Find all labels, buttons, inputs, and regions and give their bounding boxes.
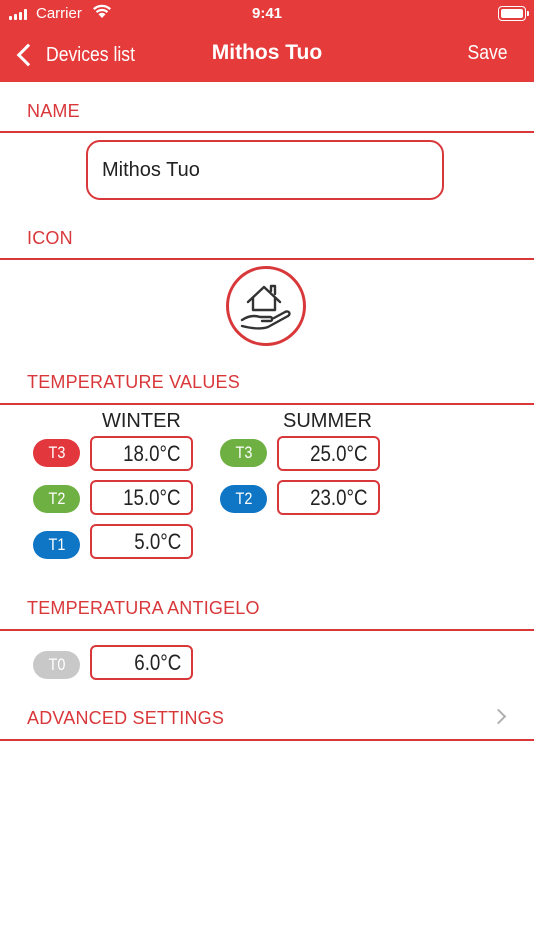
winter-t2-input[interactable]: 15.0°C — [90, 480, 193, 515]
winter-t3-tag: T3 — [33, 439, 80, 467]
summer-t3-tag: T3 — [220, 439, 267, 467]
section-title-temperature-values: TEMPERATURE VALUES — [27, 372, 240, 392]
winter-header: WINTER — [102, 410, 181, 432]
divider — [0, 258, 534, 260]
advanced-settings-label: ADVANCED SETTINGS — [27, 708, 225, 728]
device-icon-button[interactable] — [226, 266, 306, 346]
section-title-icon: ICON — [27, 228, 73, 248]
status-bar: Carrier 9:41 — [0, 0, 534, 28]
summer-header: SUMMER — [283, 410, 372, 432]
page-title: Mithos Tuo — [211, 41, 323, 64]
advanced-settings-row[interactable]: ADVANCED SETTINGS — [0, 698, 534, 740]
summer-t3-input[interactable]: 25.0°C — [277, 436, 380, 471]
winter-t1-tag: T1 — [33, 531, 80, 559]
divider — [0, 739, 534, 741]
navigation-bar: Carrier 9:41 Devices list Mithos Tuo Sav… — [0, 0, 534, 82]
battery-icon — [498, 6, 529, 21]
save-button[interactable]: Save — [468, 42, 508, 65]
summer-t2-input[interactable]: 23.0°C — [277, 480, 380, 515]
divider — [0, 403, 534, 405]
winter-t1-input[interactable]: 5.0°C — [90, 524, 193, 559]
section-title-antigelo: TEMPERATURA ANTIGELO — [27, 598, 260, 618]
antigelo-t0-input[interactable]: 6.0°C — [90, 645, 193, 680]
chevron-right-icon — [490, 708, 507, 725]
name-input[interactable]: Mithos Tuo — [86, 140, 444, 200]
section-title-name: NAME — [27, 101, 80, 121]
winter-t3-input[interactable]: 18.0°C — [90, 436, 193, 471]
winter-t2-tag: T2 — [33, 485, 80, 513]
divider — [0, 629, 534, 631]
summer-t2-tag: T2 — [220, 485, 267, 513]
antigelo-t0-tag: T0 — [33, 651, 80, 679]
clock: 9:41 — [251, 5, 283, 22]
divider — [0, 131, 534, 133]
home-hand-icon — [240, 284, 291, 330]
